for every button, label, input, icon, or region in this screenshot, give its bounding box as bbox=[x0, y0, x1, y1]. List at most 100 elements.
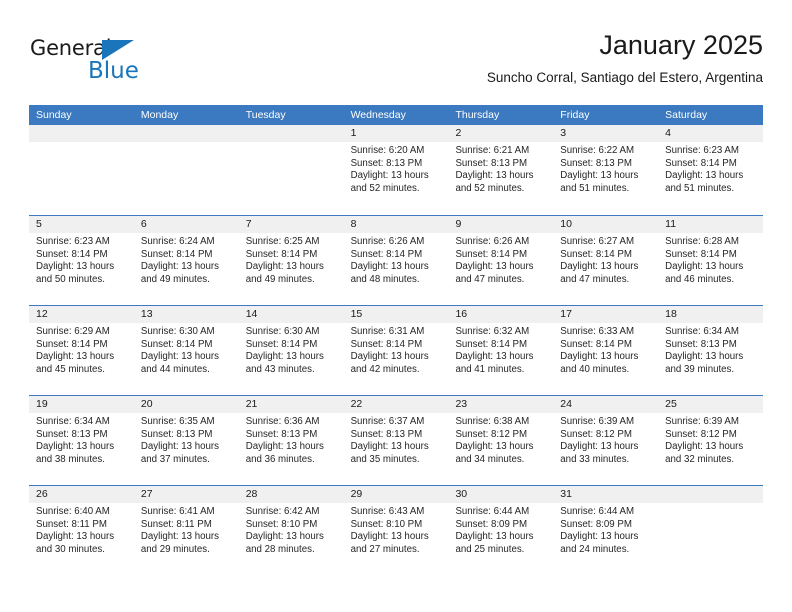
calendar-day-cell-29[interactable]: 29 Sunrise: 6:43 AM Sunset: 8:10 PM Dayligh… bbox=[343, 486, 449, 575]
day-detail-line: and 46 minutes. bbox=[665, 273, 735, 285]
day-detail-line: Daylight: 13 hours bbox=[36, 441, 115, 453]
day-detail-line: and 25 minutes. bbox=[455, 543, 525, 555]
day-detail-line: Daylight: 13 hours bbox=[665, 261, 744, 273]
day-detail-line: Sunset: 8:11 PM bbox=[36, 518, 107, 530]
day-detail-line: Sunrise: 6:23 AM bbox=[36, 236, 110, 247]
day-details: Sunrise: 6:20 AM Sunset: 8:13 PM Daylight:… bbox=[344, 142, 449, 195]
calendar-day-cell-31[interactable]: 31 Sunrise: 6:44 AM Sunset: 8:09 PM Dayligh… bbox=[553, 486, 659, 575]
calendar-day-cell-26[interactable]: 26 Sunrise: 6:40 AM Sunset: 8:11 PM Dayligh… bbox=[29, 486, 134, 575]
calendar-day-cell-14[interactable]: 14 Sunrise: 6:30 AM Sunset: 8:14 PM Dayligh… bbox=[238, 306, 344, 395]
day-detail-line: Daylight: 13 hours bbox=[245, 531, 324, 543]
page-header: General Blue January 2025 Suncho Corral,… bbox=[29, 28, 763, 100]
day-detail-line: Sunset: 8:12 PM bbox=[665, 428, 737, 440]
day-number: 1 bbox=[343, 125, 449, 142]
day-detail-line: Sunrise: 6:27 AM bbox=[560, 236, 635, 247]
day-number: 19 bbox=[29, 396, 134, 413]
calendar-day-cell-5[interactable]: 5 Sunrise: 6:23 AM Sunset: 8:14 PM Daylight… bbox=[29, 216, 134, 305]
day-detail-line: and 34 minutes. bbox=[455, 453, 525, 465]
calendar-day-cell-9[interactable]: 9 Sunrise: 6:26 AM Sunset: 8:14 PM Daylight… bbox=[448, 216, 554, 305]
calendar-day-cell-28[interactable]: 28 Sunrise: 6:42 AM Sunset: 8:10 PM Dayligh… bbox=[238, 486, 344, 575]
day-detail-line: Daylight: 13 hours bbox=[455, 261, 534, 273]
calendar-day-cell-20[interactable]: 20 Sunrise: 6:35 AM Sunset: 8:13 PM Dayligh… bbox=[133, 396, 239, 485]
day-details: Sunrise: 6:22 AM Sunset: 8:13 PM Daylight:… bbox=[553, 142, 658, 195]
day-detail-line: Sunrise: 6:43 AM bbox=[350, 506, 425, 517]
day-details: Sunrise: 6:23 AM Sunset: 8:14 PM Daylight:… bbox=[658, 142, 763, 195]
day-details: Sunrise: 6:42 AM Sunset: 8:10 PM Daylight:… bbox=[239, 503, 344, 556]
calendar-day-cell-24[interactable]: 24 Sunrise: 6:39 AM Sunset: 8:12 PM Dayligh… bbox=[553, 396, 659, 485]
day-detail-line: Daylight: 13 hours bbox=[665, 170, 744, 182]
day-details: Sunrise: 6:27 AM Sunset: 8:14 PM Daylight:… bbox=[553, 233, 658, 286]
day-number: 8 bbox=[343, 216, 449, 233]
calendar-grid: Sunday Monday Tuesday Wednesday Thursday Frid… bbox=[29, 105, 764, 575]
calendar-day-cell-2[interactable]: 2 Sunrise: 6:21 AM Sunset: 8:13 PM Daylight… bbox=[448, 125, 554, 215]
day-details: Sunrise: 6:34 AM Sunset: 8:13 PM Daylight:… bbox=[29, 413, 134, 466]
day-number: 22 bbox=[343, 396, 449, 413]
calendar-day-cell-30[interactable]: 30 Sunrise: 6:44 AM Sunset: 8:09 PM Dayligh… bbox=[448, 486, 554, 575]
weekday-header-saturday: Saturday bbox=[665, 109, 708, 121]
day-number: 17 bbox=[553, 306, 659, 323]
day-detail-line: Sunrise: 6:25 AM bbox=[245, 236, 320, 247]
day-number: 14 bbox=[238, 306, 344, 323]
day-detail-line: and 49 minutes. bbox=[140, 273, 210, 285]
day-detail-line: and 33 minutes. bbox=[560, 453, 630, 465]
day-details: Sunrise: 6:39 AM Sunset: 8:12 PM Daylight:… bbox=[553, 413, 658, 466]
day-number: 26 bbox=[29, 486, 134, 503]
day-details: Sunrise: 6:37 AM Sunset: 8:13 PM Daylight:… bbox=[344, 413, 449, 466]
general-blue-logo[interactable]: General Blue bbox=[29, 36, 169, 92]
day-detail-line: and 29 minutes. bbox=[140, 543, 210, 555]
day-details: Sunrise: 6:31 AM Sunset: 8:14 PM Daylight:… bbox=[344, 323, 449, 376]
day-detail-line: Sunrise: 6:44 AM bbox=[455, 506, 530, 517]
calendar-day-cell-21[interactable]: 21 Sunrise: 6:36 AM Sunset: 8:13 PM Dayligh… bbox=[238, 396, 344, 485]
day-detail-line: and 51 minutes. bbox=[665, 182, 735, 194]
day-number: 31 bbox=[553, 486, 659, 503]
calendar-day-cell-3[interactable]: 3 Sunrise: 6:22 AM Sunset: 8:13 PM Daylight… bbox=[553, 125, 659, 215]
calendar-day-cell-25[interactable]: 25 Sunrise: 6:39 AM Sunset: 8:12 PM Dayligh… bbox=[658, 396, 764, 485]
day-details: Sunrise: 6:26 AM Sunset: 8:14 PM Daylight:… bbox=[448, 233, 553, 286]
day-detail-line: Daylight: 13 hours bbox=[350, 261, 429, 273]
day-detail-line: and 52 minutes. bbox=[455, 182, 525, 194]
calendar-day-cell-16[interactable]: 16 Sunrise: 6:32 AM Sunset: 8:14 PM Dayligh… bbox=[448, 306, 554, 395]
day-detail-line: Sunset: 8:09 PM bbox=[455, 518, 528, 530]
day-details: Sunrise: 6:29 AM Sunset: 8:14 PM Daylight:… bbox=[29, 323, 134, 376]
day-detail-line: and 30 minutes. bbox=[36, 543, 105, 555]
day-detail-line: Daylight: 13 hours bbox=[36, 351, 115, 363]
calendar-day-cell-17[interactable]: 17 Sunrise: 6:33 AM Sunset: 8:14 PM Dayligh… bbox=[553, 306, 659, 395]
calendar-day-cell-12[interactable]: 12 Sunrise: 6:29 AM Sunset: 8:14 PM Dayligh… bbox=[29, 306, 134, 395]
day-detail-line: Daylight: 13 hours bbox=[245, 351, 324, 363]
calendar-day-cell-empty bbox=[658, 486, 764, 575]
calendar-day-cell-22[interactable]: 22 Sunrise: 6:37 AM Sunset: 8:13 PM Dayligh… bbox=[343, 396, 449, 485]
day-detail-line: Sunset: 8:12 PM bbox=[560, 428, 632, 440]
calendar-day-cell-13[interactable]: 13 Sunrise: 6:30 AM Sunset: 8:14 PM Dayligh… bbox=[133, 306, 239, 395]
calendar-day-cell-18[interactable]: 18 Sunrise: 6:34 AM Sunset: 8:13 PM Dayligh… bbox=[658, 306, 764, 395]
calendar-day-cell-7[interactable]: 7 Sunrise: 6:25 AM Sunset: 8:14 PM Daylight… bbox=[238, 216, 344, 305]
day-details: Sunrise: 6:30 AM Sunset: 8:14 PM Daylight:… bbox=[239, 323, 344, 376]
calendar-day-cell-23[interactable]: 23 Sunrise: 6:38 AM Sunset: 8:12 PM Dayligh… bbox=[448, 396, 554, 485]
calendar-day-cell-10[interactable]: 10 Sunrise: 6:27 AM Sunset: 8:14 PM Dayligh… bbox=[553, 216, 659, 305]
day-detail-line: Sunrise: 6:26 AM bbox=[455, 236, 530, 247]
calendar-day-cell-27[interactable]: 27 Sunrise: 6:41 AM Sunset: 8:11 PM Dayligh… bbox=[133, 486, 239, 575]
day-details: Sunrise: 6:21 AM Sunset: 8:13 PM Daylight:… bbox=[448, 142, 553, 195]
weekday-header-row: Sunday Monday Tuesday Wednesday Thursday Frid… bbox=[29, 105, 763, 125]
day-detail-line: Daylight: 13 hours bbox=[665, 441, 744, 453]
calendar-day-cell-4[interactable]: 4 Sunrise: 6:23 AM Sunset: 8:14 PM Daylight… bbox=[658, 125, 764, 215]
calendar-day-cell-19[interactable]: 19 Sunrise: 6:34 AM Sunset: 8:13 PM Dayligh… bbox=[29, 396, 134, 485]
day-number: 4 bbox=[658, 125, 764, 142]
day-detail-line: Daylight: 13 hours bbox=[140, 441, 219, 453]
day-details: Sunrise: 6:38 AM Sunset: 8:12 PM Daylight:… bbox=[448, 413, 553, 466]
calendar-day-cell-1[interactable]: 1 Sunrise: 6:20 AM Sunset: 8:13 PM Daylight… bbox=[343, 125, 449, 215]
day-detail-line: Sunset: 8:14 PM bbox=[140, 338, 213, 350]
day-detail-line: Daylight: 13 hours bbox=[560, 531, 639, 543]
day-detail-line: Daylight: 13 hours bbox=[350, 351, 429, 363]
day-detail-line: Sunrise: 6:38 AM bbox=[455, 416, 530, 427]
day-detail-line: Sunset: 8:13 PM bbox=[140, 428, 213, 440]
calendar-day-cell-11[interactable]: 11 Sunrise: 6:28 AM Sunset: 8:14 PM Dayligh… bbox=[658, 216, 764, 305]
logo-text-blue: Blue bbox=[88, 58, 139, 84]
day-number: 3 bbox=[553, 125, 659, 142]
day-detail-line: and 42 minutes. bbox=[350, 363, 420, 375]
day-number: 27 bbox=[133, 486, 239, 503]
day-number bbox=[658, 486, 764, 503]
calendar-day-cell-6[interactable]: 6 Sunrise: 6:24 AM Sunset: 8:14 PM Daylight… bbox=[133, 216, 239, 305]
calendar-day-cell-15[interactable]: 15 Sunrise: 6:31 AM Sunset: 8:14 PM Dayligh… bbox=[343, 306, 449, 395]
calendar-day-cell-8[interactable]: 8 Sunrise: 6:26 AM Sunset: 8:14 PM Daylight… bbox=[343, 216, 449, 305]
day-number: 24 bbox=[553, 396, 659, 413]
